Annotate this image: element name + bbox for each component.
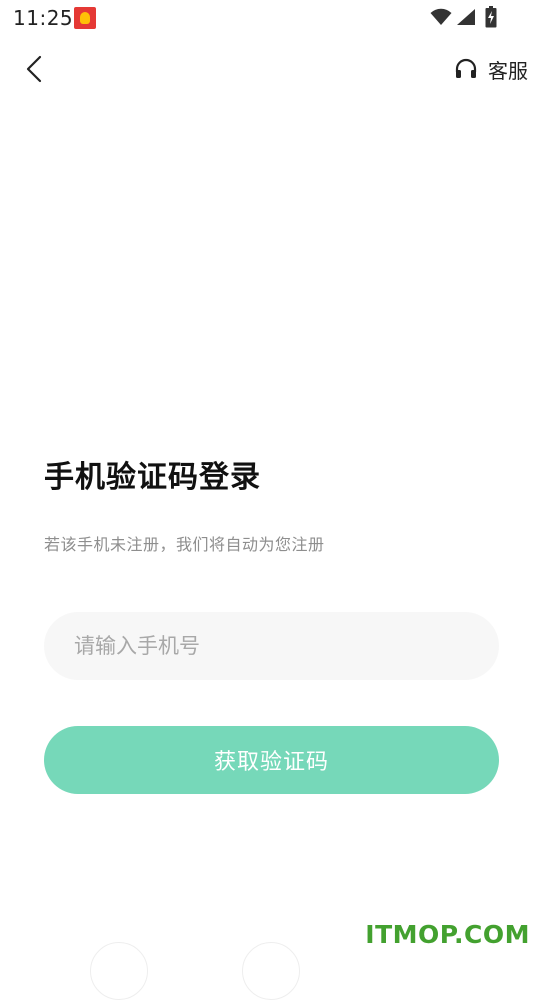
customer-service-label: 客服 bbox=[488, 58, 528, 83]
watermark: ITMOP.COM bbox=[365, 920, 530, 949]
battery-charging-icon bbox=[485, 6, 497, 28]
signal-icon bbox=[457, 9, 475, 25]
notification-icon bbox=[74, 7, 96, 29]
page-title: 手机验证码登录 bbox=[44, 460, 261, 495]
chevron-left-icon bbox=[26, 55, 42, 83]
headset-icon bbox=[455, 58, 477, 78]
status-bar: 11:25 bbox=[0, 0, 540, 36]
back-button[interactable] bbox=[16, 50, 52, 88]
get-verification-code-button[interactable]: 获取验证码 bbox=[44, 726, 499, 794]
wifi-icon bbox=[430, 8, 452, 25]
customer-service-button[interactable]: 客服 bbox=[454, 52, 528, 86]
alt-login-option[interactable] bbox=[90, 942, 148, 1000]
phone-number-input[interactable] bbox=[44, 612, 499, 680]
status-time: 11:25 bbox=[13, 6, 74, 30]
page-subtitle: 若该手机未注册，我们将自动为您注册 bbox=[44, 535, 325, 554]
alt-login-option[interactable] bbox=[242, 942, 300, 1000]
